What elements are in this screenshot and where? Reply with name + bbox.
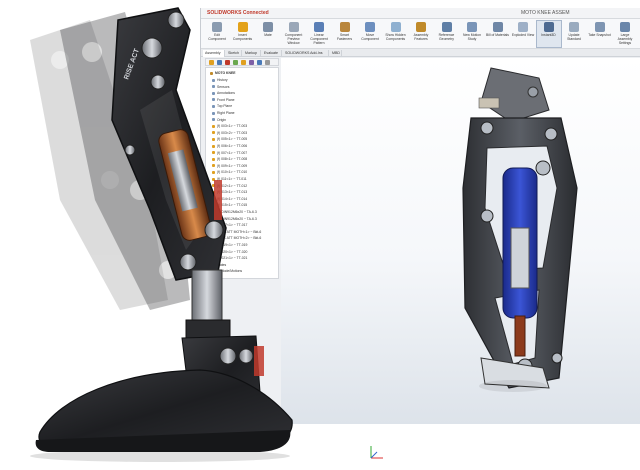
ribbon-button-label: Reference Geometry bbox=[438, 33, 455, 41]
ribbon-button-label: Exploded View bbox=[511, 33, 535, 37]
ribbon-button-assembly-features[interactable]: Assembly Features bbox=[409, 21, 433, 47]
assembly-features-icon bbox=[416, 22, 426, 32]
ribbon-button-label: Update Standard bbox=[567, 33, 581, 41]
reference-triad-icon bbox=[370, 446, 383, 459]
knee-model-view bbox=[462, 67, 578, 392]
ribbon-button-linear-component-pattern[interactable]: Linear Component Pattern bbox=[307, 21, 331, 47]
ribbon-button-label: Linear Component Pattern bbox=[310, 33, 328, 45]
exploded-view-icon bbox=[518, 22, 528, 32]
ribbon-button-large-assembly-settings[interactable]: Large Assembly Settings bbox=[613, 21, 637, 47]
graphics-area[interactable] bbox=[281, 58, 640, 459]
ribbon-button-bill-of-materials[interactable]: Bill of Materials bbox=[486, 21, 510, 47]
ribbon-button-smart-fasteners[interactable]: Smart Fasteners bbox=[333, 21, 357, 47]
smart-fasteners-icon bbox=[339, 22, 350, 32]
ribbon-button-instant3d[interactable]: Instant3D bbox=[535, 20, 562, 48]
tab-mbd[interactable]: MBD bbox=[330, 50, 342, 57]
ribbon-button-show-hidden-components[interactable]: Show Hidden Components bbox=[384, 21, 408, 47]
ribbon-button-move-component[interactable]: Move Component bbox=[358, 21, 382, 47]
ribbon-button-update-standard[interactable]: Update Standard bbox=[562, 21, 586, 47]
instant3d-icon bbox=[543, 22, 554, 32]
ribbon-button-label: Assembly Features bbox=[413, 33, 429, 41]
take-snapshot-icon bbox=[594, 22, 605, 32]
new-motion-study-icon bbox=[467, 22, 477, 32]
update-standard-icon bbox=[569, 22, 579, 32]
ribbon-button-reference-geometry[interactable]: Reference Geometry bbox=[435, 21, 459, 47]
ribbon-button-label: Move Component bbox=[361, 33, 379, 41]
ribbon-button-new-motion-study[interactable]: New Motion Study bbox=[460, 21, 484, 47]
ribbon-button-label: Large Assembly Settings bbox=[617, 33, 633, 45]
ribbon-button-label: Smart Fasteners bbox=[336, 33, 353, 41]
knee-top-block bbox=[478, 67, 550, 123]
bill-of-materials-icon bbox=[492, 22, 503, 32]
linear-component-pattern-icon bbox=[314, 22, 324, 32]
ribbon-button-label: Bill of Materials bbox=[486, 33, 509, 37]
ribbon-button-label: Show Hidden Components bbox=[385, 33, 406, 41]
document-title: MOTO KNEE ASSEM bbox=[521, 10, 570, 16]
ribbon-button-exploded-view[interactable]: Exploded View bbox=[511, 21, 535, 47]
leg-pylon bbox=[185, 269, 231, 339]
prosthetic-leg-render: RISE ACT bbox=[30, 7, 293, 462]
ribbon-button-take-snapshot[interactable]: Take Snapshot bbox=[588, 21, 612, 47]
reference-geometry-icon bbox=[441, 22, 452, 32]
show-hidden-components-icon bbox=[390, 22, 401, 32]
ribbon-button-label: Instant3D bbox=[541, 33, 556, 37]
move-component-icon bbox=[365, 22, 375, 32]
screenshot-stage: SOLIDWORKS Connected MOTO KNEE ASSEM Edi… bbox=[0, 0, 640, 470]
large-assembly-settings-icon bbox=[620, 22, 630, 32]
ribbon-button-label: New Motion Study bbox=[463, 33, 481, 41]
ribbon-button-label: Take Snapshot bbox=[588, 33, 611, 37]
